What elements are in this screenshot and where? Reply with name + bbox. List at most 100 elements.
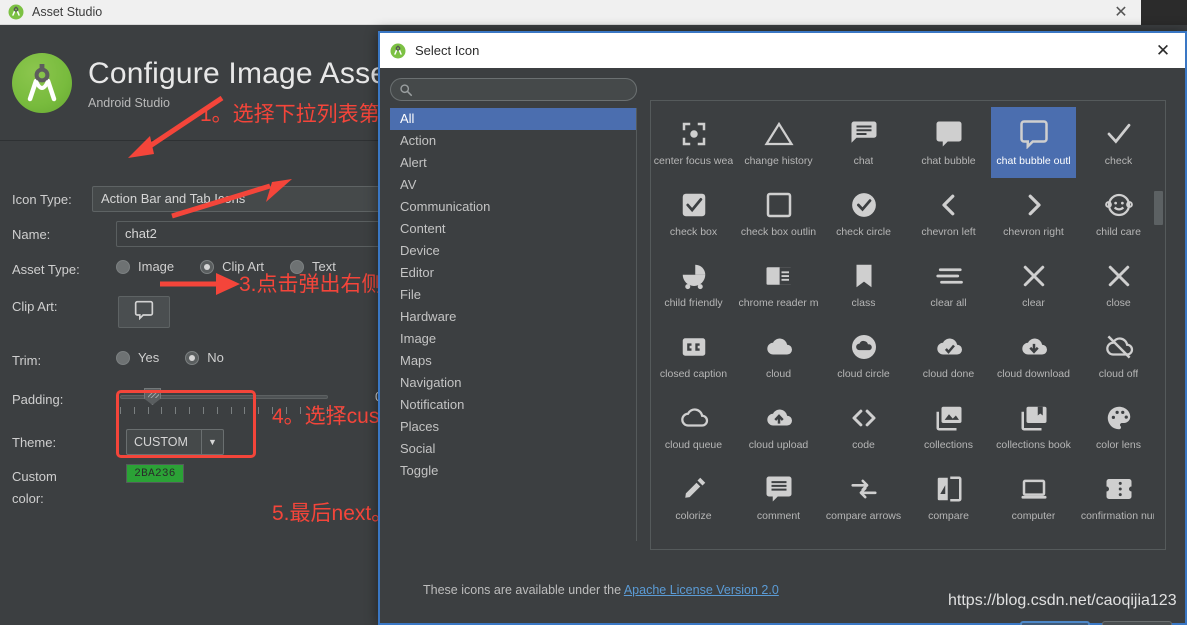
icon-label: code [852, 439, 875, 451]
compare-icon [934, 470, 964, 508]
icon-cell[interactable]: cloud queue [651, 391, 736, 462]
icon-cell[interactable]: child care [1076, 178, 1161, 249]
custom-color-swatch[interactable]: 2BA236 [126, 464, 184, 483]
icon-cell[interactable]: clear [991, 249, 1076, 320]
chat-icon [849, 115, 879, 153]
icon-cell[interactable]: compare [906, 462, 991, 533]
icon-label: cloud off [1098, 368, 1139, 380]
category-item[interactable]: Places [390, 416, 636, 438]
icon-cell[interactable]: check circle [821, 178, 906, 249]
category-item[interactable]: All [390, 108, 636, 130]
category-item[interactable]: Image [390, 328, 636, 350]
icon-cell[interactable]: chrome reader m [736, 249, 821, 320]
icon-cell[interactable]: change history [736, 107, 821, 178]
top-dark-strip [1141, 0, 1187, 25]
icon-cell[interactable]: chat [821, 107, 906, 178]
icon-cell[interactable]: center focus wea [651, 107, 736, 178]
icon-cell[interactable]: cloud done [906, 320, 991, 391]
category-item[interactable]: Action [390, 130, 636, 152]
scrollbar-thumb[interactable] [1154, 191, 1163, 225]
trim-radio-no[interactable]: No [185, 350, 224, 365]
custom-color-label: Custom color: [12, 469, 57, 506]
category-item[interactable]: Hardware [390, 306, 636, 328]
search-icon [399, 83, 413, 102]
category-list[interactable]: All Action Alert AV Communication Content Devi… [390, 108, 637, 541]
icon-cell[interactable]: cloud circle [821, 320, 906, 391]
icon-label: child care [1096, 226, 1141, 238]
asset-type-radio-text[interactable]: Text [290, 259, 336, 274]
check-box-outline-icon [764, 186, 794, 224]
cancel-button[interactable]: Cancel [1102, 621, 1172, 625]
padding-label: Padding: [12, 392, 64, 407]
category-item[interactable]: Communication [390, 196, 636, 218]
category-item[interactable]: Content [390, 218, 636, 240]
close-icon[interactable]: ✕ [1153, 40, 1173, 60]
category-item[interactable]: AV [390, 174, 636, 196]
icon-cell[interactable]: cloud off [1076, 320, 1161, 391]
icon-cell[interactable]: comment [736, 462, 821, 533]
category-item[interactable]: Notification [390, 394, 636, 416]
icon-cell[interactable]: chat bubble outl [991, 107, 1076, 178]
icon-cell[interactable]: check box outlin [736, 178, 821, 249]
icon-cell[interactable]: compare arrows [821, 462, 906, 533]
close-icon[interactable]: ✕ [1111, 3, 1131, 23]
search-input[interactable] [390, 78, 637, 101]
icon-cell[interactable]: close [1076, 249, 1161, 320]
asset-studio-titlebar: Asset Studio ✕ [0, 0, 1141, 25]
category-item[interactable]: Toggle [390, 460, 636, 482]
icon-label: collections book [996, 439, 1071, 451]
confirmation-number-icon [1104, 470, 1134, 508]
category-item[interactable]: Editor [390, 262, 636, 284]
icon-cell[interactable]: color lens [1076, 391, 1161, 462]
icon-cell[interactable]: collections [906, 391, 991, 462]
icon-cell[interactable]: computer [991, 462, 1076, 533]
cloud-upload-icon [764, 399, 794, 437]
asset-type-label: Asset Type: [12, 262, 80, 277]
icon-cell[interactable]: chat bubble [906, 107, 991, 178]
check-circle-icon [849, 186, 879, 224]
icon-cell[interactable]: check [1076, 107, 1161, 178]
icon-cell[interactable]: closed caption [651, 320, 736, 391]
asset-type-radio-image[interactable]: Image [116, 259, 174, 274]
category-item[interactable]: File [390, 284, 636, 306]
clear-icon [1019, 257, 1049, 295]
icon-cell[interactable]: cloud upload [736, 391, 821, 462]
center-focus-weak-icon [679, 115, 709, 153]
icon-cell[interactable]: child friendly [651, 249, 736, 320]
icon-label: confirmation nur [1080, 510, 1157, 522]
dialog-content: All Action Alert AV Communication Content Devi… [380, 68, 1185, 625]
icon-cell[interactable]: cloud download [991, 320, 1076, 391]
category-item[interactable]: Maps [390, 350, 636, 372]
clip-art-button[interactable] [118, 296, 170, 328]
asset-type-radio-group: Image Clip Art Text [116, 259, 336, 274]
icon-cell[interactable]: confirmation nur [1076, 462, 1161, 533]
icon-grid-scrollbar[interactable] [1154, 103, 1163, 549]
icon-label: chevron right [1003, 226, 1064, 238]
icon-grid-panel[interactable]: center focus wea change history chat chat b… [650, 100, 1166, 550]
apache-license-link[interactable]: Apache License Version 2.0 [624, 583, 779, 597]
category-item[interactable]: Alert [390, 152, 636, 174]
icon-cell[interactable]: colorize [651, 462, 736, 533]
ok-button[interactable]: OK [1020, 621, 1090, 625]
icon-cell[interactable]: code [821, 391, 906, 462]
icon-cell[interactable]: cloud [736, 320, 821, 391]
trim-radio-yes[interactable]: Yes [116, 350, 159, 365]
android-studio-big-logo-icon [12, 53, 72, 113]
asset-type-radio-clipart[interactable]: Clip Art [200, 259, 264, 274]
category-item[interactable]: Device [390, 240, 636, 262]
icon-cell[interactable]: class [821, 249, 906, 320]
icon-cell[interactable]: clear all [906, 249, 991, 320]
icon-label: child friendly [664, 297, 723, 309]
dialog-button-row: OK Cancel [380, 621, 1185, 625]
screenshot-root: Asset Studio ✕ Configure Image Asset And… [0, 0, 1187, 625]
cloud-done-icon [934, 328, 964, 366]
category-item[interactable]: Social [390, 438, 636, 460]
icon-cell[interactable]: check box [651, 178, 736, 249]
cloud-circle-icon [849, 328, 879, 366]
icon-cell[interactable]: collections book [991, 391, 1076, 462]
icon-cell[interactable]: chevron left [906, 178, 991, 249]
icon-cell[interactable]: chevron right [991, 178, 1076, 249]
icon-label: center focus wea [653, 155, 734, 167]
category-item[interactable]: Navigation [390, 372, 636, 394]
icon-label: cloud circle [837, 368, 890, 380]
